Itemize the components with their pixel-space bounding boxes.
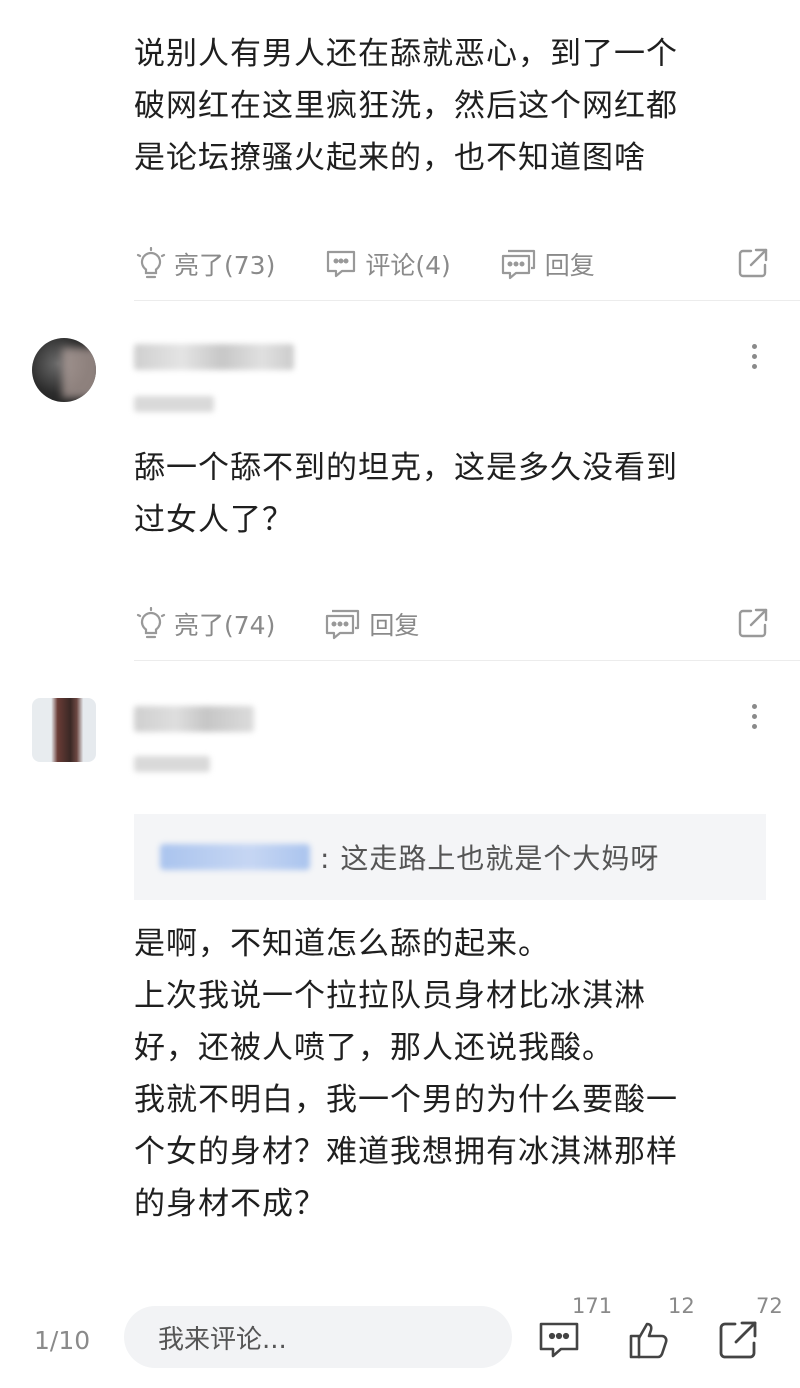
reply-icon (326, 609, 360, 640)
comment-label: 评论(4) (365, 251, 451, 280)
avatar[interactable] (32, 698, 96, 762)
user-meta (134, 756, 210, 772)
bulb-icon (136, 607, 166, 639)
quoted-comment[interactable]: : 这走路上也就是个大妈呀 (134, 814, 766, 900)
comment-input[interactable]: 我来评论... (124, 1306, 512, 1368)
comment-actions: 亮了(74) 回复 (134, 604, 770, 644)
reply-label: 回复 (369, 611, 420, 640)
comment-text: 是啊，不知道怎么舔的起来。 上次我说一个拉拉队员身材比冰淇淋 好，还被人喷了，那… (134, 926, 678, 1222)
page-indicator: 1/10 (34, 1326, 91, 1355)
like-label: 亮了(73) (174, 251, 276, 280)
reply-label: 回复 (544, 251, 595, 280)
avatar[interactable] (32, 338, 96, 402)
like-button[interactable]: 亮了(73) (134, 246, 275, 282)
share-count: 72 (756, 1294, 783, 1318)
bulb-icon (136, 247, 166, 279)
share-icon[interactable] (736, 246, 770, 280)
comment-icon[interactable] (536, 1318, 582, 1362)
username[interactable] (134, 706, 254, 732)
comment-icon (327, 250, 356, 278)
username[interactable] (134, 344, 294, 370)
like-label: 亮了(74) (174, 611, 276, 640)
like-button[interactable]: 亮了(74) (134, 606, 275, 642)
like-count: 12 (668, 1294, 695, 1318)
comment-actions: 亮了(73) 评论(4) 回复 (134, 244, 770, 284)
user-meta (134, 396, 214, 412)
more-icon[interactable] (750, 344, 758, 374)
share-icon[interactable] (716, 1318, 760, 1362)
divider (134, 660, 800, 661)
more-icon[interactable] (750, 704, 758, 734)
comment-count: 171 (572, 1294, 613, 1318)
comment-button[interactable]: 评论(4) (323, 246, 451, 282)
comment-text: 说别人有男人还在舔就恶心，到了一个 破网红在这里疯狂洗，然后这个网红都 是论坛撩… (134, 36, 678, 176)
reply-button[interactable]: 回复 (499, 246, 595, 282)
bottom-bar: 1/10 我来评论... 171 12 72 (0, 1290, 800, 1388)
thumbs-up-icon[interactable] (626, 1318, 672, 1362)
divider (134, 300, 800, 301)
reply-icon (501, 249, 535, 280)
reply-button[interactable]: 回复 (323, 606, 419, 642)
quoted-username[interactable] (160, 844, 310, 870)
share-icon[interactable] (736, 606, 770, 640)
quoted-text: : 这走路上也就是个大妈呀 (320, 842, 660, 875)
comment-text: 舔一个舔不到的坦克，这是多久没看到 过女人了？ (134, 450, 678, 538)
comment-input-placeholder: 我来评论... (158, 1324, 287, 1355)
